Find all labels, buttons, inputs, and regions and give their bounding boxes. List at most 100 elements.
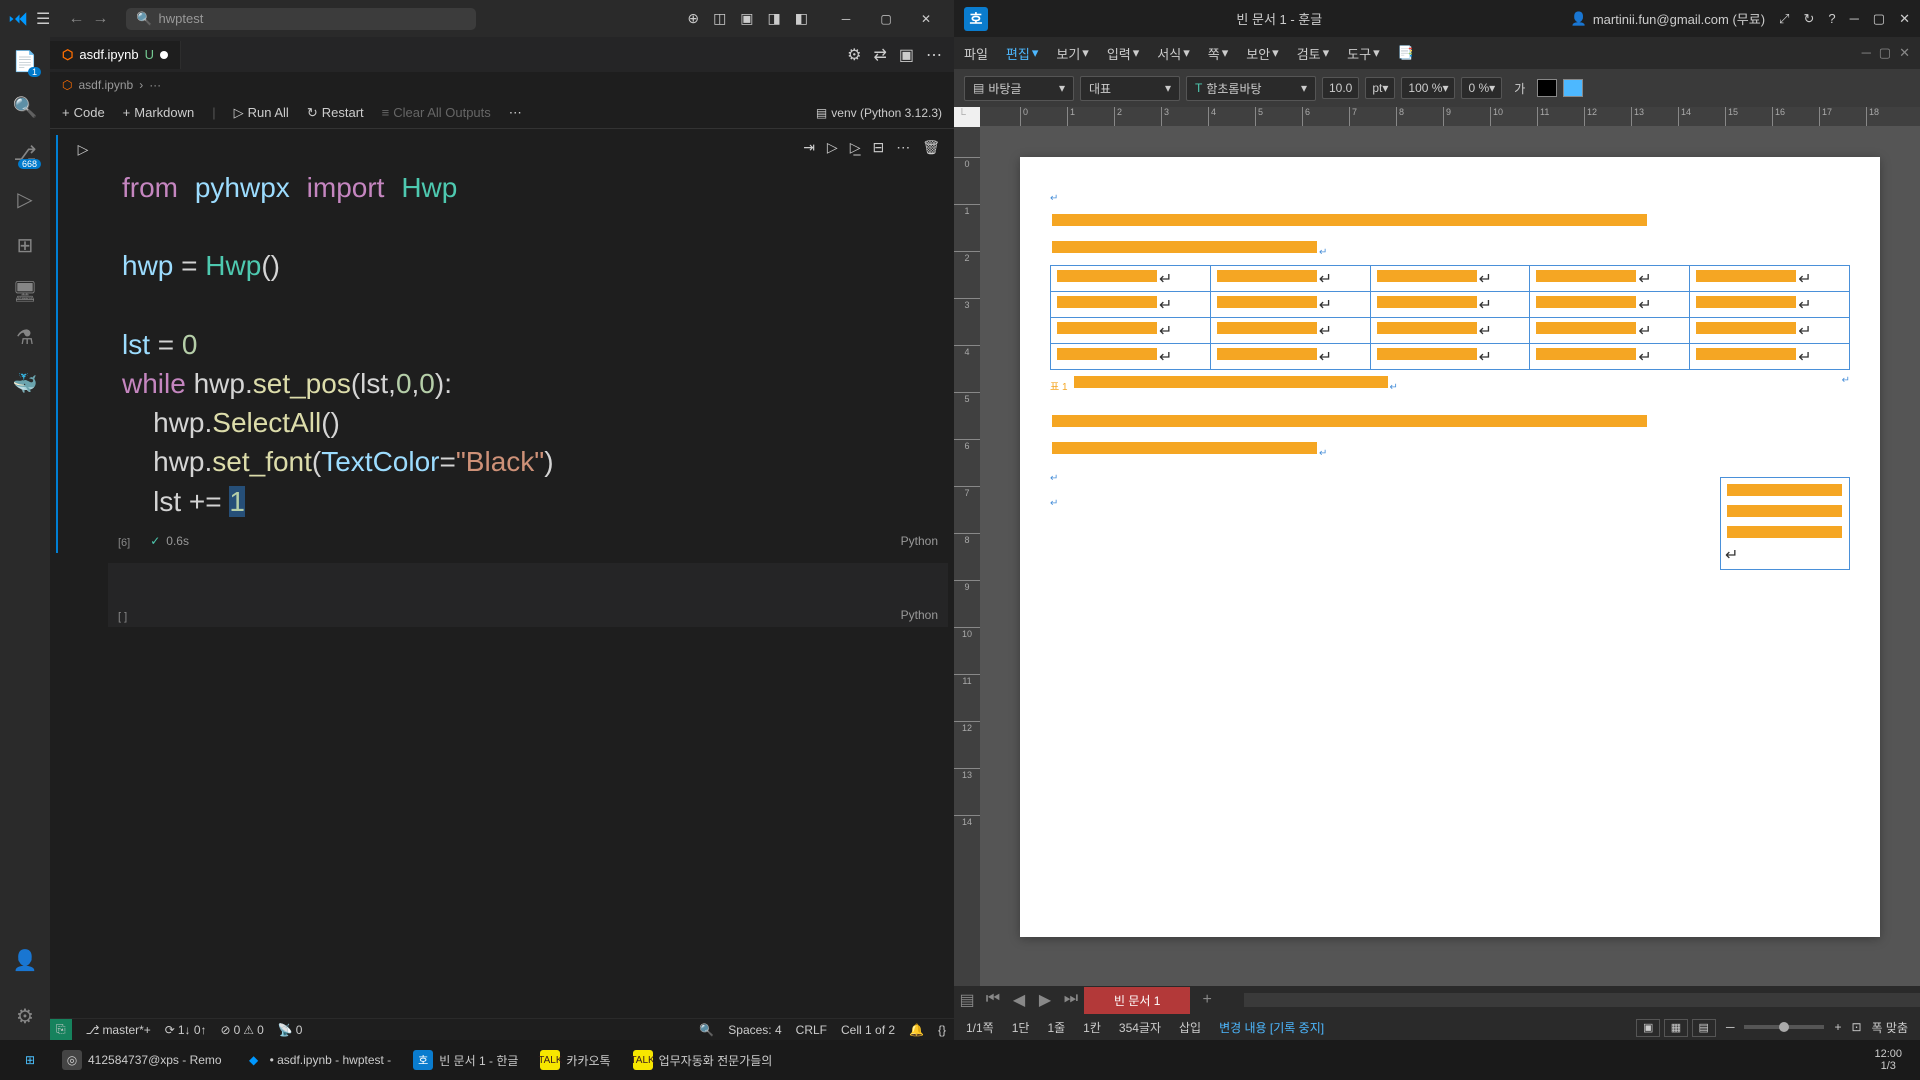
menu-page[interactable]: 쪽 ▾ bbox=[1208, 44, 1229, 63]
problems-indicator[interactable]: ⊘ 0 ⚠ 0 bbox=[221, 1023, 264, 1037]
lang-select[interactable]: 대표▾ bbox=[1080, 76, 1180, 101]
maximize-icon[interactable]: ▢ bbox=[866, 4, 906, 34]
taskbar-clock[interactable]: 12:00 1/3 bbox=[1874, 1048, 1910, 1072]
char-count[interactable]: 354글자 bbox=[1119, 1019, 1161, 1036]
explorer-icon[interactable]: 📄1 bbox=[11, 47, 39, 75]
next-icon[interactable]: ▶ bbox=[1032, 990, 1058, 1010]
add-tab-icon[interactable]: + bbox=[1190, 991, 1223, 1009]
diff-icon[interactable]: ⇄ bbox=[873, 45, 886, 65]
menu-review[interactable]: 검토 ▾ bbox=[1297, 44, 1329, 63]
start-button[interactable]: ⊞ bbox=[10, 1046, 50, 1074]
minimize-icon[interactable]: ─ bbox=[826, 4, 866, 34]
text-ga[interactable]: 가 bbox=[1508, 77, 1531, 100]
execute-below-icon[interactable]: ▷̲ bbox=[850, 139, 861, 156]
view-mode-1-icon[interactable]: ▣ bbox=[1636, 1019, 1660, 1037]
taskbar-item[interactable]: 호빈 문서 1 - 한글 bbox=[403, 1046, 528, 1074]
zoom-thumb[interactable] bbox=[1779, 1022, 1789, 1032]
editor-tab[interactable]: ⬡ asdf.ipynb U bbox=[50, 41, 181, 69]
taskbar-item[interactable]: ◆• asdf.ipynb - hwptest - bbox=[234, 1046, 402, 1074]
search-activity-icon[interactable]: 🔍 bbox=[11, 93, 39, 121]
menu-format[interactable]: 서식 ▾ bbox=[1157, 44, 1189, 63]
h-scrollbar[interactable] bbox=[1244, 993, 1920, 1007]
close-icon[interactable]: ✕ bbox=[1899, 11, 1910, 27]
zoom-fit-icon[interactable]: ⊡ bbox=[1851, 1020, 1861, 1034]
remote-icon[interactable]: 🖥 bbox=[11, 277, 39, 305]
notif-icon[interactable]: 🔔 bbox=[909, 1023, 924, 1037]
command-search[interactable]: 🔍 hwptest bbox=[126, 8, 476, 30]
json-icon[interactable]: {} bbox=[938, 1023, 946, 1037]
sub-minimize-icon[interactable]: ─ bbox=[1862, 45, 1871, 61]
more-toolbar-icon[interactable]: ⋯ bbox=[509, 105, 522, 121]
layout-toggle-icon[interactable]: ▣ bbox=[899, 45, 914, 65]
branch-indicator[interactable]: ⎇ master*+ bbox=[86, 1023, 151, 1037]
zoom-slider[interactable] bbox=[1744, 1025, 1824, 1029]
zoom-fit-label[interactable]: 폭 맞춤 bbox=[1872, 1019, 1908, 1036]
fontsize-input[interactable]: 10.0 bbox=[1322, 77, 1359, 99]
close-icon[interactable]: ✕ bbox=[906, 4, 946, 34]
sub-maximize-icon[interactable]: ▢ bbox=[1879, 45, 1891, 61]
track-changes[interactable]: 변경 내용 [기록 중지] bbox=[1219, 1019, 1324, 1036]
sync-indicator[interactable]: ⟳ 1↓ 0↑ bbox=[165, 1023, 207, 1037]
copilot-icon[interactable]: ⊕ bbox=[687, 10, 699, 27]
delete-cell-icon[interactable]: 🗑 bbox=[922, 139, 940, 156]
add-markdown-button[interactable]: +Markdown bbox=[123, 105, 195, 120]
menu-tools[interactable]: 도구 ▾ bbox=[1347, 44, 1379, 63]
clear-outputs-button[interactable]: ≡Clear All Outputs bbox=[382, 105, 491, 120]
nav-forward-icon[interactable]: → bbox=[92, 10, 108, 28]
bgcolor-box[interactable] bbox=[1563, 79, 1583, 97]
cell-lang[interactable]: Python bbox=[901, 534, 938, 548]
docker-icon[interactable]: 🐳 bbox=[11, 369, 39, 397]
ruler-toggle-icon[interactable]: └ bbox=[958, 109, 966, 121]
view-mode-3-icon[interactable]: ▤ bbox=[1692, 1019, 1716, 1037]
settings-icon[interactable]: ⚙ bbox=[11, 1002, 39, 1030]
debug-icon[interactable]: ▷ bbox=[11, 185, 39, 213]
run-all-button[interactable]: ▷Run All bbox=[234, 105, 289, 121]
hwp-ruler-vertical[interactable]: 01234567891011121314 bbox=[954, 127, 980, 986]
layout-icon-4[interactable]: ◧ bbox=[795, 10, 808, 27]
scm-icon[interactable]: ⎇668 bbox=[11, 139, 39, 167]
view-mode-2-icon[interactable]: ▦ bbox=[1664, 1019, 1688, 1037]
execute-above-icon[interactable]: ▷ bbox=[827, 139, 838, 156]
fgcolor-box[interactable] bbox=[1537, 79, 1557, 97]
more-icon[interactable]: ⋯ bbox=[926, 45, 942, 65]
list-icon[interactable]: ▤ bbox=[954, 990, 980, 1010]
hwp-table[interactable]: ↵↵↵↵↵ ↵↵↵↵↵ ↵↵↵↵↵ ↵↵↵↵↵ bbox=[1050, 265, 1850, 370]
cell-more-icon[interactable]: ⋯ bbox=[896, 139, 910, 156]
code-cell[interactable]: ▷ ⇥ ▷ ▷̲ ⊟ ⋯ 🗑 from pyhwpx import bbox=[56, 135, 948, 553]
hwp-page[interactable]: ↵ ↵ ↵↵↵↵↵ ↵↵↵↵↵ ↵↵↵↵↵ ↵↵↵↵↵ 표 1↵↵ ↵ bbox=[1020, 157, 1880, 937]
hwp-user[interactable]: 👤 martinii.fun@gmail.com (무료) bbox=[1571, 9, 1765, 28]
layout-icon-1[interactable]: ◫ bbox=[713, 10, 726, 27]
add-code-button[interactable]: +Code bbox=[62, 105, 105, 120]
remote-indicator[interactable]: ⎘ bbox=[50, 1019, 72, 1041]
code-editor[interactable] bbox=[108, 563, 948, 603]
accounts-icon[interactable]: 👤 bbox=[11, 946, 39, 974]
breadcrumb[interactable]: ⬡ asdf.ipynb › ··· bbox=[50, 72, 954, 97]
cell-indicator[interactable]: Cell 1 of 2 bbox=[841, 1023, 895, 1037]
minimize-icon[interactable]: ─ bbox=[1850, 11, 1859, 27]
zoom-icon[interactable]: 🔍 bbox=[699, 1023, 714, 1037]
last-icon[interactable]: ⏭ bbox=[1058, 990, 1084, 1010]
split-cell-icon[interactable]: ⊟ bbox=[872, 139, 884, 156]
float-textbox[interactable]: ↵ bbox=[1720, 477, 1850, 570]
kernel-picker[interactable]: ▤venv (Python 3.12.3) bbox=[816, 106, 942, 120]
menu-edit[interactable]: 편집 ▾ bbox=[1006, 44, 1038, 63]
maximize-icon[interactable]: ▢ bbox=[1873, 11, 1885, 27]
help-icon[interactable]: ? bbox=[1828, 11, 1835, 27]
hwp-ruler-horizontal[interactable]: └ 0123456789101112131415161718 bbox=[980, 107, 1920, 127]
insert-mode[interactable]: 삽입 bbox=[1179, 1019, 1201, 1036]
layout-icon-2[interactable]: ▣ bbox=[740, 10, 753, 27]
code-editor[interactable]: from pyhwpx import Hwp hwp = Hwp() lst =… bbox=[108, 160, 948, 529]
prev-icon[interactable]: ◀ bbox=[1006, 990, 1032, 1010]
run-cell-icon[interactable]: ▷ bbox=[78, 141, 89, 158]
sub-close-icon[interactable]: ✕ bbox=[1899, 45, 1910, 61]
taskbar-item[interactable]: ◎412584737@xps - Remo bbox=[52, 1046, 232, 1074]
eol-indicator[interactable]: CRLF bbox=[796, 1023, 827, 1037]
menu-input[interactable]: 입력 ▾ bbox=[1107, 44, 1139, 63]
cell-lang[interactable]: Python bbox=[901, 608, 938, 622]
spaces-indicator[interactable]: Spaces: 4 bbox=[728, 1023, 781, 1037]
refresh-icon[interactable]: ↻ bbox=[1803, 11, 1814, 27]
run-by-line-icon[interactable]: ⇥ bbox=[803, 139, 815, 156]
page-indicator[interactable]: 1/1쪽 bbox=[966, 1019, 994, 1036]
zoom-input[interactable]: 100 % ▾ bbox=[1401, 77, 1455, 99]
font-select[interactable]: T함초롬바탕▾ bbox=[1186, 76, 1316, 101]
